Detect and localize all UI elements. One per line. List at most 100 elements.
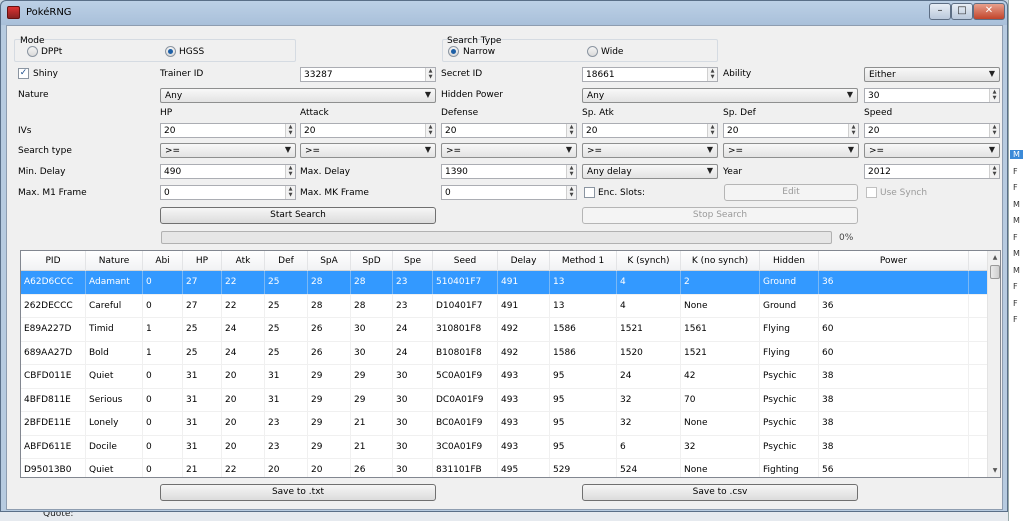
column-header[interactable]: SpD — [351, 251, 393, 271]
op-speed-select[interactable]: >= ▼ — [864, 143, 1000, 158]
mode-radio-dppt[interactable] — [27, 46, 38, 57]
op-spdef-select[interactable]: >= ▼ — [723, 143, 859, 158]
use-synch-checkbox[interactable] — [866, 187, 877, 198]
column-header[interactable]: Method 1 — [550, 251, 617, 271]
column-header[interactable]: Abi — [143, 251, 183, 271]
spin-arrows-icon[interactable]: ▲ ▼ — [707, 68, 717, 81]
enc-slots-checkbox[interactable] — [584, 187, 595, 198]
op-defense-select[interactable]: >= ▼ — [441, 143, 577, 158]
table-row[interactable]: 4BFD811E Serious 0 31 20 31 29 29 30 DC0A01F9 493 9… — [21, 388, 987, 412]
table-row[interactable]: 689AA27D Bold 1 25 24 25 26 30 24 B10801F8 492 1586… — [21, 341, 987, 365]
column-header[interactable]: PID — [21, 251, 86, 271]
iv-attack-field[interactable]: 20 ▲ ▼ — [300, 123, 436, 138]
hidden-power-number-field[interactable]: 30 ▲ ▼ — [864, 88, 1000, 103]
table-cell: 4 — [617, 271, 681, 294]
spin-arrows-icon[interactable]: ▲ ▼ — [848, 124, 858, 137]
delay-type-select[interactable]: Any delay ▼ — [582, 164, 718, 179]
op-spatk-select[interactable]: >= ▼ — [582, 143, 718, 158]
table-cell: 30 — [393, 388, 433, 412]
iv-speed-field[interactable]: 20 ▲ ▼ — [864, 123, 1000, 138]
iv-spatk-field[interactable]: 20 ▲ ▼ — [582, 123, 718, 138]
op-spdef-value: >= — [728, 146, 744, 156]
table-row[interactable]: A62D6CCC Adamant 0 27 22 25 28 28 23 510401F7 491 1… — [21, 271, 987, 295]
nature-select[interactable]: Any ▼ — [160, 88, 436, 103]
table-row[interactable]: ABFD611E Docile 0 31 20 23 29 21 30 3C0A01F9 493 95… — [21, 435, 987, 459]
secret-id-field[interactable]: 18661 ▲ ▼ — [582, 67, 718, 82]
mode-radio-hgss[interactable] — [165, 46, 176, 57]
table-row[interactable]: CBFD011E Quiet 0 31 20 31 29 29 30 5C0A01F9 493 95 2… — [21, 365, 987, 389]
shiny-checkbox[interactable]: ✓ — [18, 68, 29, 79]
background-row: M — [1013, 265, 1020, 275]
max-mk-frame-field[interactable]: 0 ▲ ▼ — [441, 185, 577, 200]
max-delay-field[interactable]: 1390 ▲ ▼ — [441, 164, 577, 179]
column-header[interactable]: SpA — [308, 251, 351, 271]
table-cell: 30 — [351, 341, 393, 365]
spin-arrows-icon[interactable]: ▲ ▼ — [425, 124, 435, 137]
maximize-button[interactable]: □ — [951, 3, 973, 20]
column-header[interactable]: Nature — [86, 251, 143, 271]
spin-arrows-icon[interactable]: ▲ ▼ — [285, 124, 295, 137]
column-header[interactable]: HP — [183, 251, 222, 271]
close-icon: ✕ — [984, 5, 994, 16]
iv-defense-field[interactable]: 20 ▲ ▼ — [441, 123, 577, 138]
spin-arrows-icon[interactable]: ▲ ▼ — [707, 124, 717, 137]
ivs-label: IVs — [18, 126, 32, 136]
spin-arrows-icon[interactable]: ▲ ▼ — [566, 124, 576, 137]
spin-arrows-icon[interactable]: ▲ ▼ — [989, 165, 999, 178]
table-scrollbar[interactable]: ▲ ▼ — [987, 251, 1000, 477]
spin-arrows-icon[interactable]: ▲ ▼ — [285, 186, 295, 199]
table-cell: 28 — [308, 271, 351, 294]
column-header[interactable]: K (no synch) — [681, 251, 760, 271]
min-delay-field[interactable]: 490 ▲ ▼ — [160, 164, 296, 179]
table-row[interactable]: 2BFDE11E Lonely 0 31 20 23 29 21 30 BC0A01F9 493 95… — [21, 412, 987, 436]
background-row: F — [1013, 183, 1018, 192]
max-m1-frame-field[interactable]: 0 ▲ ▼ — [160, 185, 296, 200]
scroll-down-icon[interactable]: ▼ — [988, 464, 1000, 477]
edit-button[interactable]: Edit — [724, 184, 858, 201]
spin-arrows-icon[interactable]: ▲ ▼ — [566, 186, 576, 199]
column-header[interactable]: Seed — [433, 251, 498, 271]
column-header[interactable]: Hidden — [760, 251, 819, 271]
op-hp-select[interactable]: >= ▼ — [160, 143, 296, 158]
iv-spdef-field[interactable]: 20 ▲ ▼ — [723, 123, 859, 138]
year-label: Year — [723, 167, 743, 177]
spin-arrows-icon[interactable]: ▲ ▼ — [425, 68, 435, 81]
search-radio-narrow[interactable] — [448, 46, 459, 57]
spin-arrows-icon[interactable]: ▲ ▼ — [989, 89, 999, 102]
column-header[interactable]: Atk — [222, 251, 265, 271]
op-attack-select[interactable]: >= ▼ — [300, 143, 436, 158]
scroll-up-icon[interactable]: ▲ — [988, 251, 1000, 264]
minimize-button[interactable]: – — [929, 3, 951, 20]
op-speed-value: >= — [869, 146, 885, 156]
save-txt-button[interactable]: Save to .txt — [160, 484, 436, 501]
close-button[interactable]: ✕ — [973, 3, 1005, 20]
spin-arrows-icon[interactable]: ▲ ▼ — [285, 165, 295, 178]
table-row[interactable]: 262DECCC Careful 0 27 22 25 28 28 23 D10401F7 491 1… — [21, 294, 987, 318]
column-header[interactable]: K (synch) — [617, 251, 681, 271]
year-field[interactable]: 2012 ▲ ▼ — [864, 164, 1000, 179]
table-row[interactable]: E89A227D Timid 1 25 24 25 26 30 24 310801F8 492 158… — [21, 318, 987, 342]
max-mk-frame-label: Max. MK Frame — [300, 188, 369, 198]
table-cell: 70 — [681, 388, 760, 412]
save-csv-button[interactable]: Save to .csv — [582, 484, 858, 501]
iv-hp-field[interactable]: 20 ▲ ▼ — [160, 123, 296, 138]
trainer-id-field[interactable]: 33287 ▲ ▼ — [300, 67, 436, 82]
stop-search-button[interactable]: Stop Search — [582, 207, 858, 224]
ability-select[interactable]: Either ▼ — [864, 67, 1000, 82]
scroll-thumb[interactable] — [990, 265, 1000, 279]
results-table[interactable]: PID Nature Abi HP Atk Def SpA SpD Spe Seed Delay Me… — [20, 250, 1001, 478]
start-search-button[interactable]: Start Search — [160, 207, 436, 224]
column-header[interactable]: Def — [265, 251, 308, 271]
spin-arrows-icon[interactable]: ▲ ▼ — [989, 124, 999, 137]
stat-header-speed: Speed — [864, 108, 893, 118]
column-header[interactable]: Delay — [498, 251, 550, 271]
column-header[interactable]: Spe — [393, 251, 433, 271]
hidden-power-select[interactable]: Any ▼ — [582, 88, 858, 103]
search-radio-wide[interactable] — [587, 46, 598, 57]
column-header[interactable]: Power — [819, 251, 969, 271]
table-cell: BC0A01F9 — [433, 412, 498, 435]
table-cell: 493 — [498, 412, 550, 435]
title-bar[interactable]: PokéRNG – □ ✕ — [1, 1, 1007, 25]
spin-arrows-icon[interactable]: ▲ ▼ — [566, 165, 576, 178]
table-row[interactable]: D95013B0 Quiet 0 21 22 20 20 26 30 831101FB 495 529… — [21, 459, 987, 477]
